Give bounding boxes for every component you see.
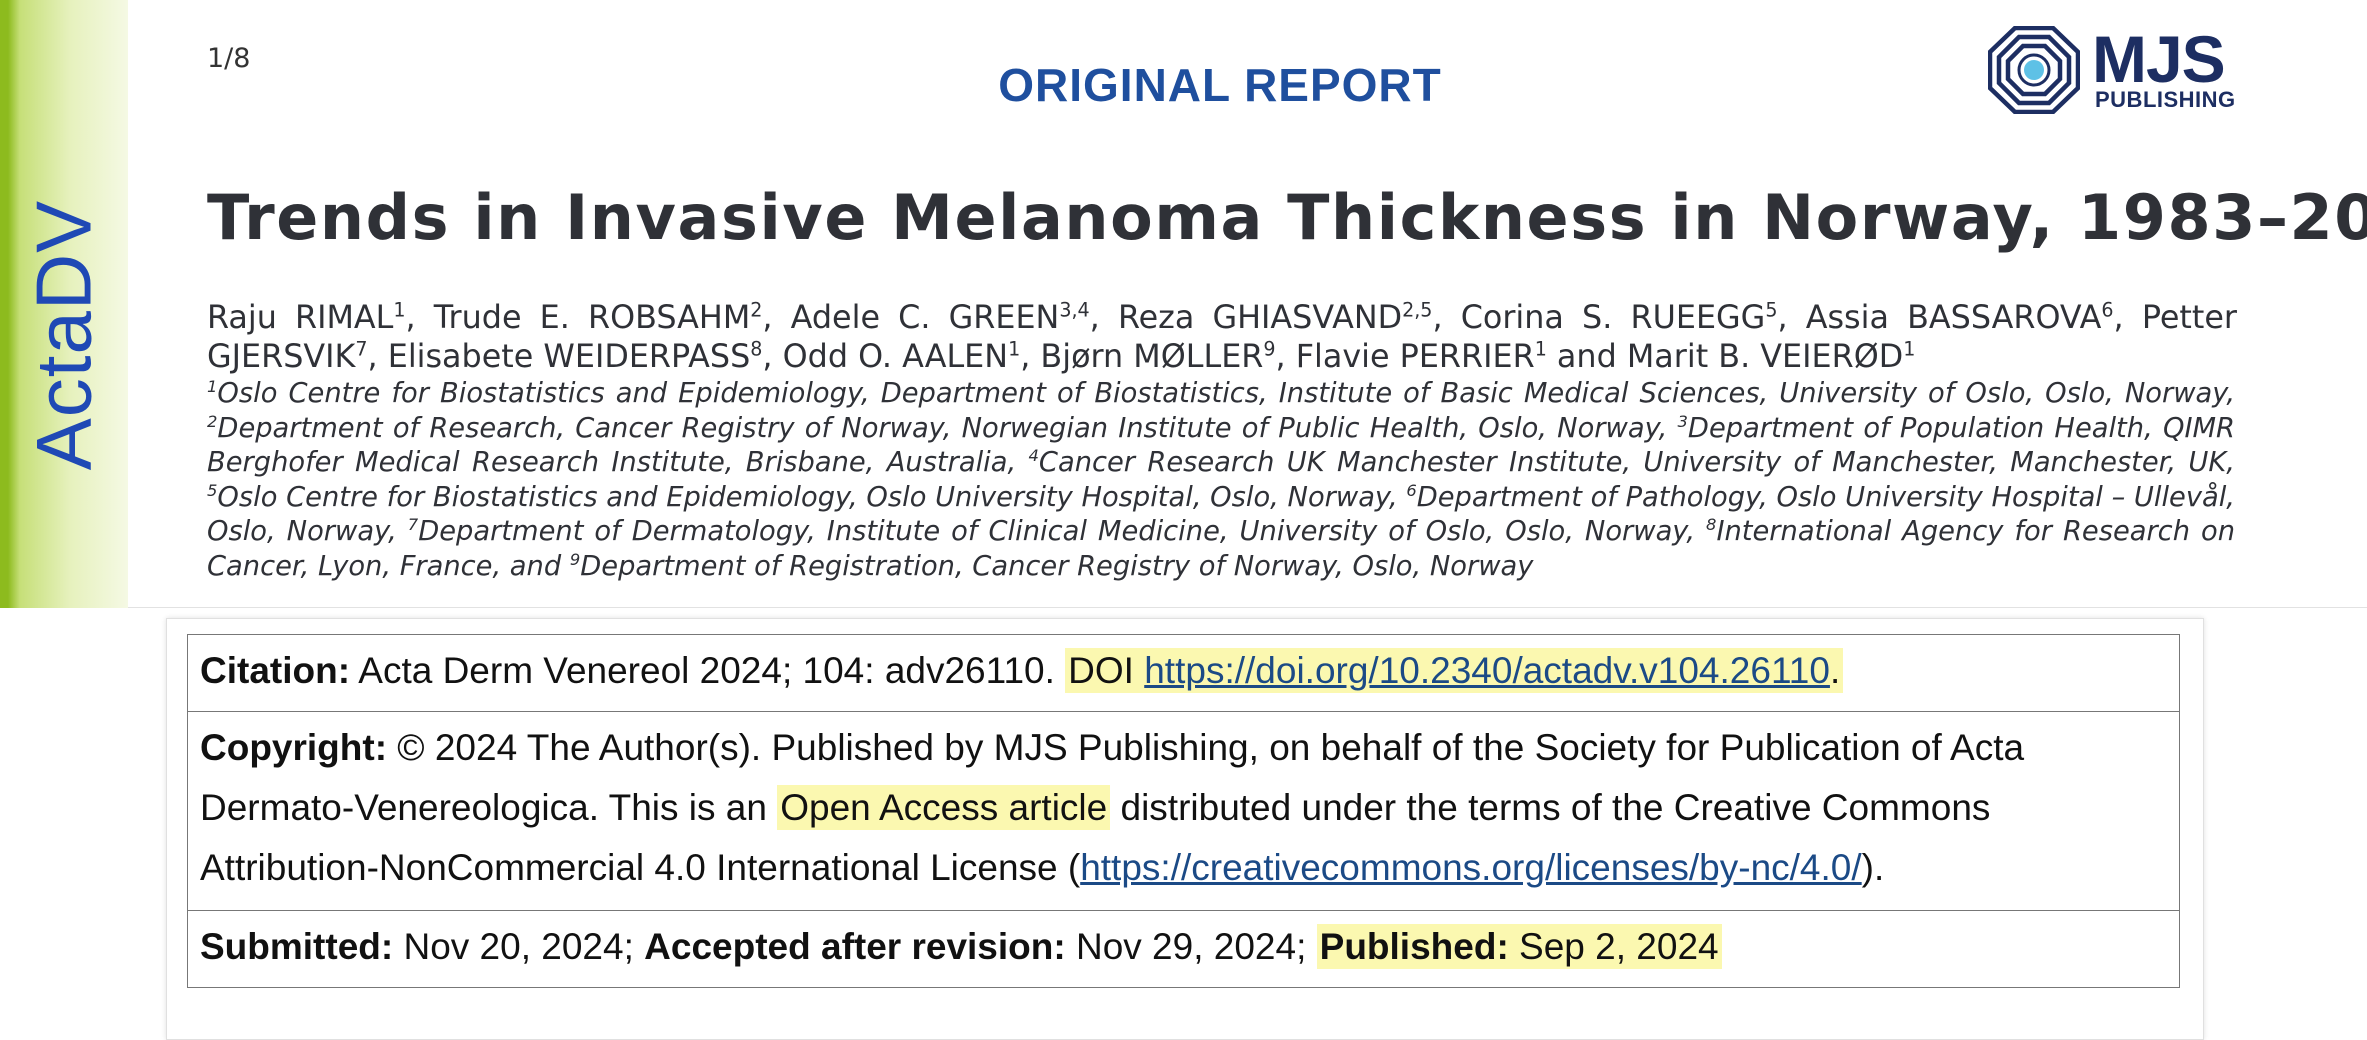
doi-link[interactable]: https://doi.org/10.2340/actadv.v104.2611…: [1144, 650, 1830, 691]
author-affiliation-marker: 8: [750, 338, 763, 361]
author-name: Odd O. AALEN: [782, 338, 1009, 375]
author-affiliation-marker: 7: [355, 338, 368, 361]
affiliation-text: Oslo Centre for Biostatistics and Epidem…: [217, 481, 1407, 513]
author-name: Trude E. ROBSAHM: [433, 299, 751, 336]
doi-highlight: DOI https://doi.org/10.2340/actadv.v104.…: [1065, 648, 1844, 693]
logo-name: MJS: [2092, 22, 2226, 96]
author-affiliation-marker: 5: [1765, 299, 1778, 322]
copyright-row: Copyright: © 2024 The Author(s). Publish…: [187, 711, 2180, 911]
author-affiliation-marker: 1: [1903, 338, 1916, 361]
author-name: Reza GHIASVAND: [1117, 299, 1403, 336]
logo-subtitle: PUBLISHING: [2095, 87, 2236, 112]
author-name: Corina S. RUEEGG: [1460, 299, 1766, 336]
report-type: ORIGINAL REPORT: [998, 59, 1442, 111]
published-label: Published:: [1319, 926, 1509, 967]
author-name: Bjørn MØLLER: [1040, 338, 1264, 375]
affiliation-number: 1: [207, 377, 218, 397]
affiliation-number: 7: [407, 515, 419, 535]
submitted-date: Nov 20, 2024;: [393, 926, 645, 967]
affiliation-number: 3: [1677, 411, 1688, 431]
published-date: Sep 2, 2024: [1508, 926, 1719, 967]
journal-sidebar: ActaDV: [0, 0, 128, 608]
citation-end: .: [1829, 650, 1841, 691]
affiliation-number: 4: [1028, 446, 1039, 466]
author-affiliation-marker: 3,4: [1059, 299, 1090, 322]
affiliation-number: 8: [1706, 515, 1717, 535]
article-title: Trends in Invasive Melanoma Thickness in…: [207, 181, 2367, 254]
author-affiliation-marker: 1: [393, 299, 406, 322]
metadata-table: Citation: Acta Derm Venereol 2024; 104: …: [187, 634, 2180, 988]
author-affiliation-marker: 1: [1534, 338, 1547, 361]
journal-name: ActaDV: [19, 199, 108, 471]
octagon-rings-icon: [1988, 26, 2080, 114]
author-name: Flavie PERRIER: [1295, 338, 1535, 375]
copyright-label: Copyright:: [200, 727, 388, 768]
license-link[interactable]: https://creativecommons.org/licenses/by-…: [1080, 847, 1861, 888]
submitted-label: Submitted:: [200, 926, 394, 967]
citation-text: Acta Derm Venereol 2024; 104: adv26110.: [350, 650, 1066, 691]
affiliation-number: 9: [569, 549, 581, 569]
author-list: Raju RIMAL1, Trude E. ROBSAHM2, Adele C.…: [207, 299, 2237, 375]
author-name: Marit B. VEIERØD: [1626, 338, 1904, 375]
affiliation-text: Department of Research, Cancer Registry …: [217, 412, 1678, 444]
author-name: Raju RIMAL: [207, 299, 394, 336]
doi-label: DOI: [1068, 650, 1145, 691]
citation-label: Citation:: [200, 650, 351, 691]
accepted-label: Accepted after revision:: [644, 926, 1066, 967]
affiliation-text: Department of Registration, Cancer Regis…: [580, 550, 1534, 582]
author-affiliation-marker: 9: [1263, 338, 1276, 361]
affiliation-number: 5: [207, 480, 218, 500]
open-access-highlight: Open Access article: [777, 785, 1111, 830]
author-affiliation-marker: 2,5: [1402, 299, 1433, 322]
author-affiliation-marker: 1: [1008, 338, 1021, 361]
author-affiliation-marker: 2: [750, 299, 763, 322]
citation-row: Citation: Acta Derm Venereol 2024; 104: …: [187, 634, 2180, 712]
author-name: Adele C. GREEN: [790, 299, 1060, 336]
header-divider: [128, 607, 2367, 608]
affiliation-text: Oslo Centre for Biostatistics and Epidem…: [217, 378, 2235, 409]
dates-row: Submitted: Nov 20, 2024; Accepted after …: [187, 910, 2180, 988]
publisher-logo[interactable]: MJS PUBLISHING: [1988, 26, 2235, 114]
author-name: Assia BASSAROVA: [1805, 299, 2102, 336]
author-affiliation-marker: 6: [2101, 299, 2114, 322]
author-name: Elisabete WEIDERPASS: [387, 338, 751, 375]
accepted-date: Nov 29, 2024;: [1065, 926, 1317, 967]
copyright-end: ).: [1861, 847, 1885, 888]
affiliation-number: 6: [1406, 480, 1417, 500]
page-number: 1/8: [207, 43, 251, 74]
affiliation-number: 2: [207, 411, 218, 431]
published-highlight: Published: Sep 2, 2024: [1316, 924, 1722, 969]
affiliation-text: Department of Dermatology, Institute of …: [418, 516, 1707, 547]
affiliation-list: 1Oslo Centre for Biostatistics and Epide…: [207, 377, 2235, 584]
affiliation-text: Cancer Research UK Manchester Institute,…: [1038, 447, 2235, 478]
